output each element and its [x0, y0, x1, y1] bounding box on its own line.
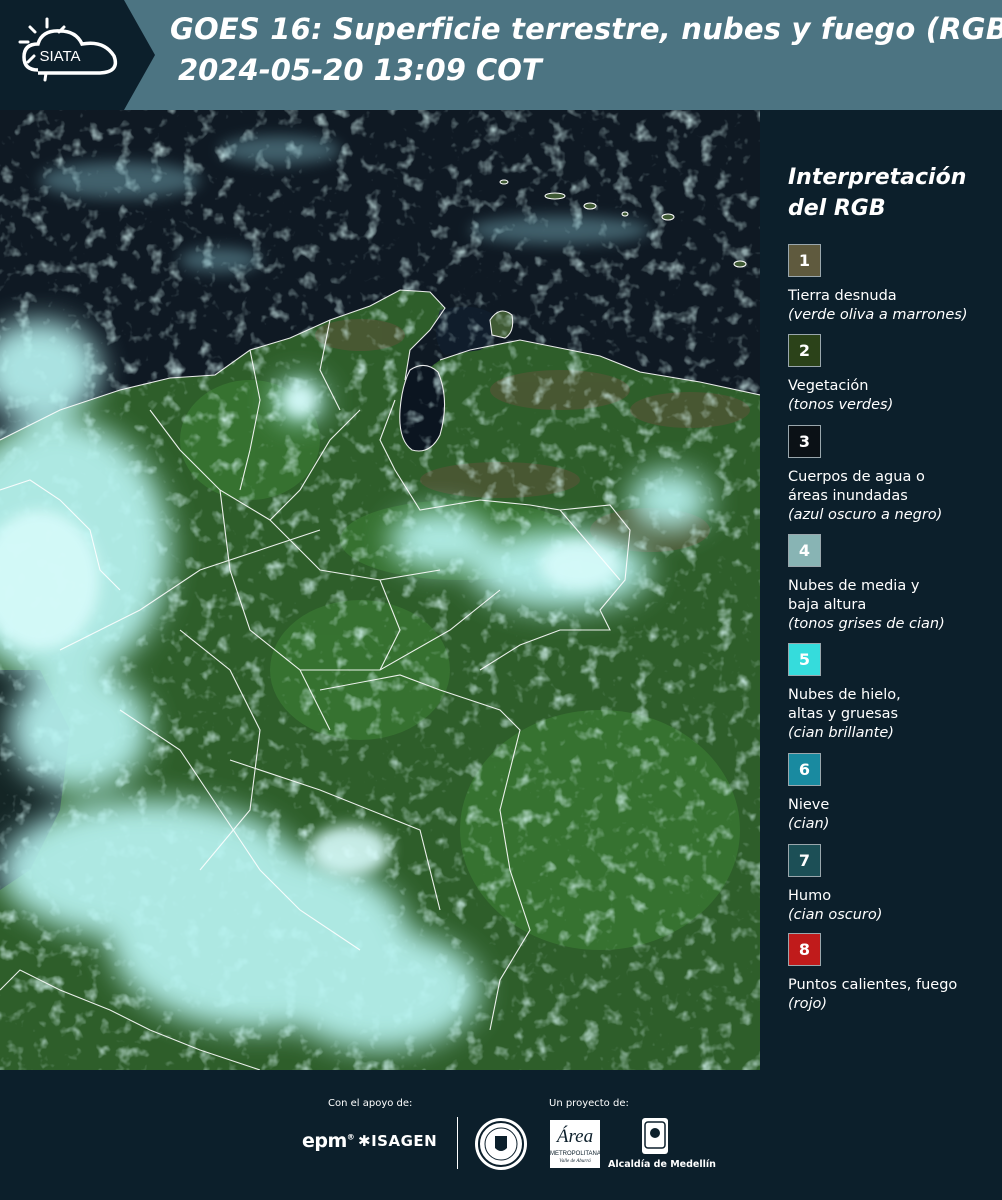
rgb-legend: Interpretación del RGB 1 Tierra desnuda … [770, 110, 1002, 1070]
legend-label-2: Vegetación [788, 378, 869, 394]
logo-text: SIATA [39, 48, 80, 65]
legend-sub-6: (cian) [788, 816, 830, 832]
legend-swatch-2: 2 [788, 334, 821, 367]
isagen-logo-text: ISAGEN [371, 1132, 438, 1150]
medellin-shield-icon [642, 1118, 668, 1154]
legend-sub-8: (rojo) [788, 996, 828, 1012]
legend-item-2: 2 Vegetación (tonos verdes) [788, 334, 1000, 415]
footer: Con el apoyo de: Un proyecto de: epm® ✱I… [0, 1070, 1002, 1200]
legend-swatch-7: 7 [788, 844, 821, 877]
legend-sub-1: (verde oliva a marrones) [788, 307, 968, 323]
isagen-star-icon: ✱ [358, 1132, 372, 1150]
legend-sub-5: (cian brillante) [788, 725, 894, 741]
legend-swatch-6: 6 [788, 753, 821, 786]
siata-logo: SIATA [0, 0, 155, 110]
isagen-logo: ✱ISAGEN [358, 1132, 437, 1150]
legend-swatch-8: 8 [788, 933, 821, 966]
project-label: Un proyecto de: [549, 1098, 629, 1109]
epm-logo-text: epm [302, 1130, 347, 1152]
legend-label-3: Cuerpos de agua o áreas inundadas [788, 469, 925, 504]
footer-divider [457, 1117, 458, 1169]
epm-logo: epm® [302, 1130, 355, 1152]
area-logo-sub: METROPOLITANA [550, 1151, 601, 1157]
legend-swatch-1: 1 [788, 244, 821, 277]
satellite-map [0, 110, 760, 1070]
legend-label-1: Tierra desnuda [788, 288, 897, 304]
legend-label-5: Nubes de hielo, altas y gruesas [788, 687, 901, 722]
legend-item-6: 6 Nieve (cian) [788, 753, 1000, 834]
support-label: Con el apoyo de: [328, 1098, 413, 1109]
legend-label-4: Nubes de media y baja altura [788, 578, 920, 613]
legend-item-4: 4 Nubes de media y baja altura (tonos gr… [788, 534, 1000, 634]
legend-item-1: 1 Tierra desnuda (verde oliva a marrones… [788, 244, 1000, 325]
timestamp: 2024-05-20 13:09 COT [178, 53, 542, 87]
legend-title: Interpretación del RGB [788, 165, 967, 221]
header-bar: SIATA GOES 16: Superficie terrestre, nub… [0, 0, 1002, 110]
legend-label-7: Humo [788, 888, 832, 904]
area-metropolitana-logo: Área METROPOLITANA Valle de Aburrá [550, 1120, 601, 1168]
legend-item-5: 5 Nubes de hielo, altas y gruesas (cian … [788, 643, 1000, 743]
legend-swatch-5: 5 [788, 643, 821, 676]
legend-sub-7: (cian oscuro) [788, 907, 883, 923]
medellin-name: Alcaldía de Medellín [608, 1159, 716, 1170]
legend-item-7: 7 Humo (cian oscuro) [788, 844, 1000, 925]
legend-item-8: 8 Puntos calientes, fuego (rojo) [788, 933, 1000, 1014]
legend-sub-4: (tonos grises de cian) [788, 616, 945, 632]
legend-item-3: 3 Cuerpos de agua o áreas inundadas (azu… [788, 425, 1000, 525]
area-logo-sub2: Valle de Aburrá [559, 1159, 591, 1164]
legend-label-6: Nieve [788, 797, 830, 813]
legend-swatch-3: 3 [788, 425, 821, 458]
page-title: GOES 16: Superficie terrestre, nubes y f… [170, 12, 1002, 46]
legend-label-8: Puntos calientes, fuego [788, 977, 958, 993]
legend-swatch-4: 4 [788, 534, 821, 567]
legend-sub-3: (azul oscuro a negro) [788, 507, 943, 523]
seal-icon [475, 1118, 527, 1170]
area-logo-text: Área [556, 1126, 594, 1147]
legend-sub-2: (tonos verdes) [788, 397, 894, 413]
satellite-image [0, 110, 760, 1070]
